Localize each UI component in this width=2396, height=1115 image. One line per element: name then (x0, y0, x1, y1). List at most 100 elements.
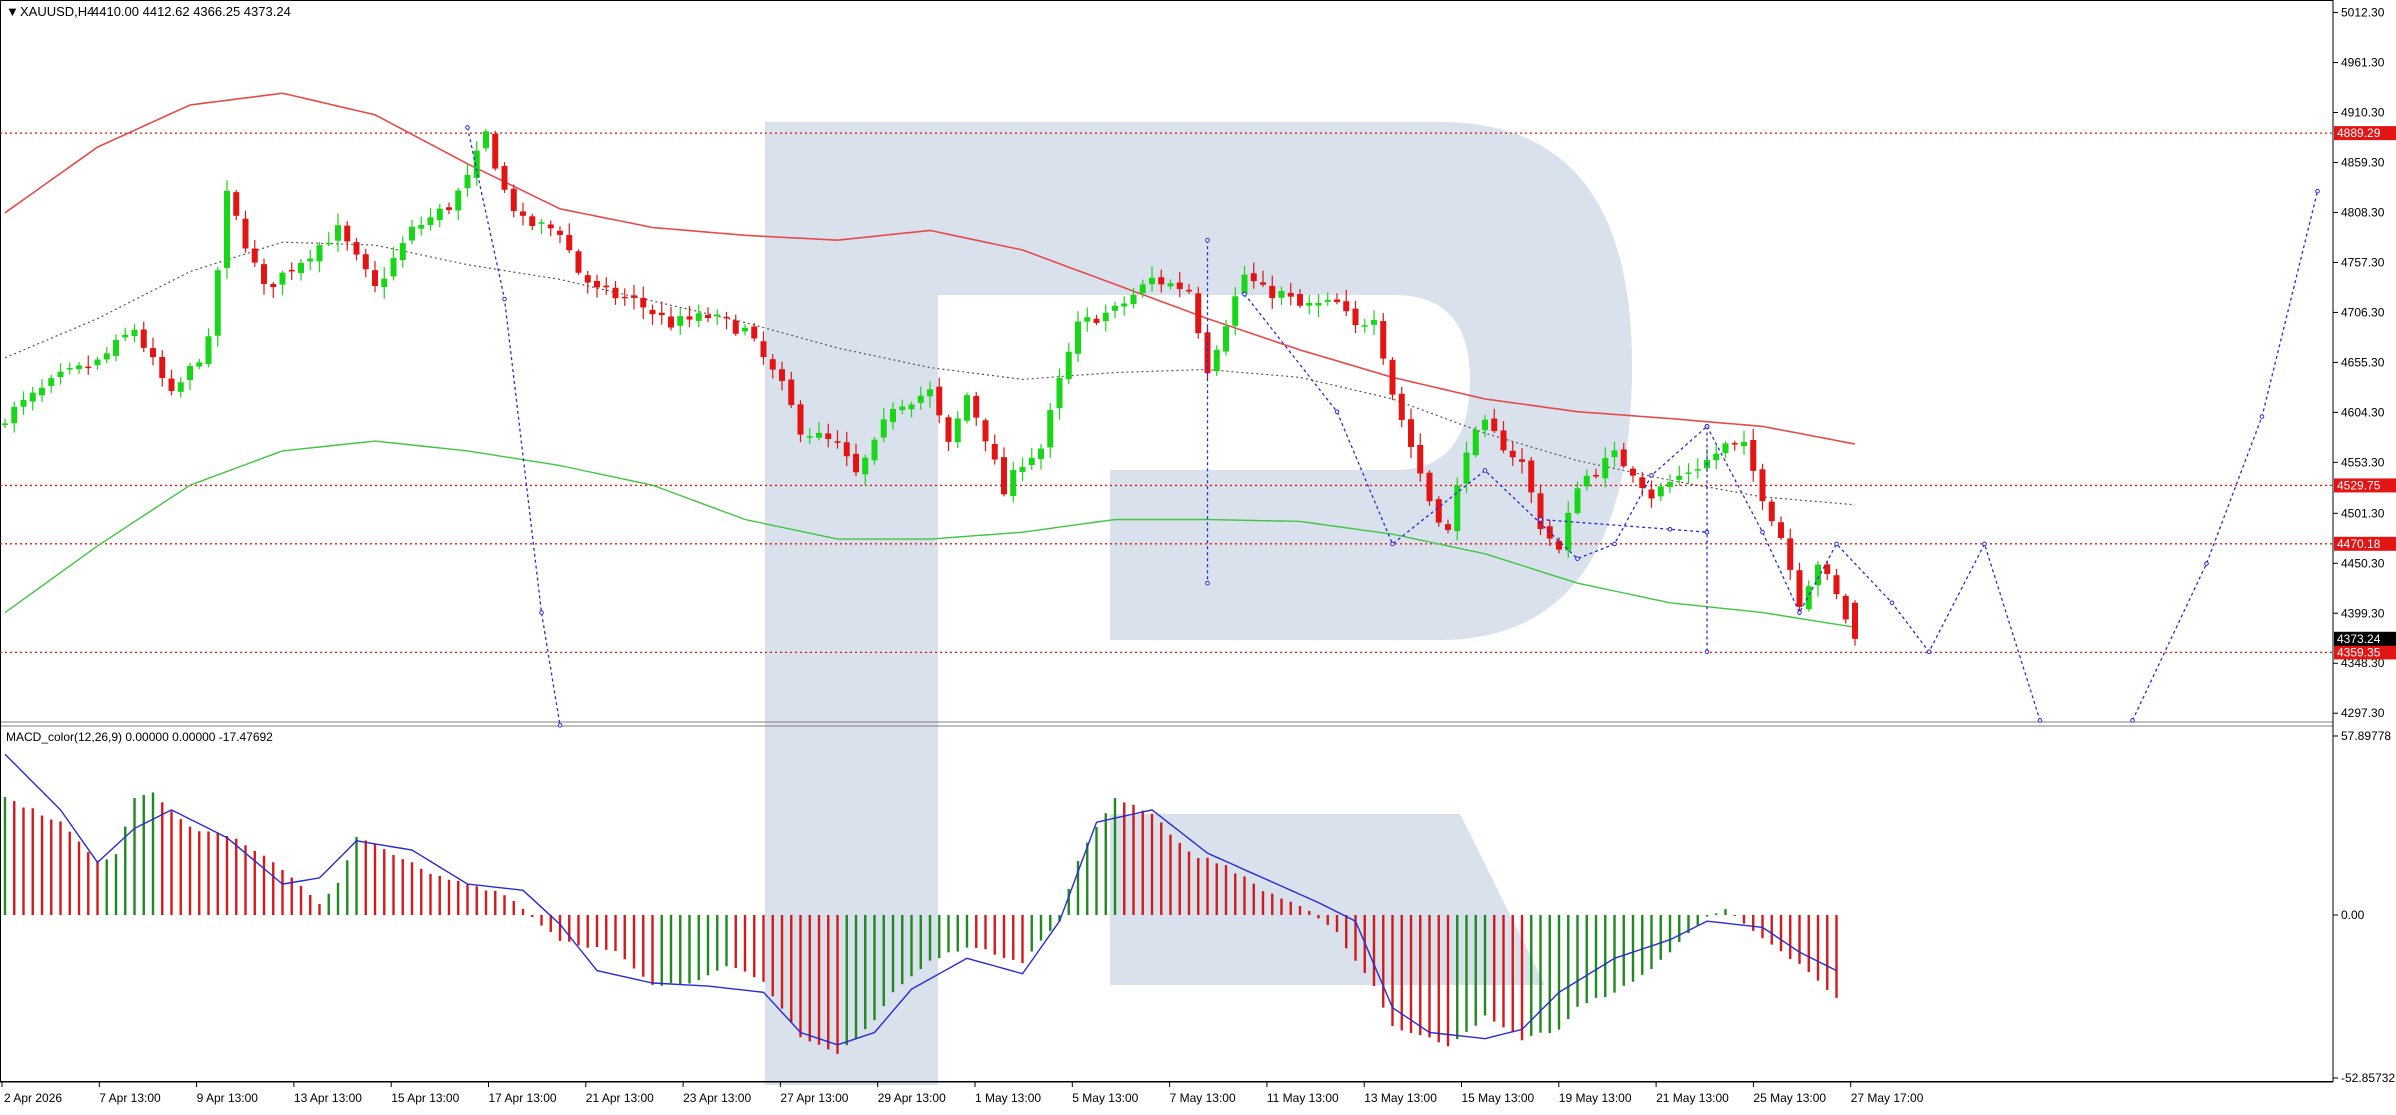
macd-histogram-bar (1585, 915, 1588, 1004)
current-price-tag-label: 4373.24 (2337, 632, 2381, 646)
macd-histogram-bar (1428, 915, 1431, 1038)
candle-bull (1102, 312, 1109, 322)
macd-histogram-bar (401, 859, 404, 915)
macd-histogram-bar (1613, 915, 1616, 993)
macd-histogram-bar (623, 915, 626, 960)
candle-bear (501, 165, 508, 190)
candle-bear (85, 366, 92, 369)
macd-histogram-bar (1160, 822, 1163, 915)
candle-bull (1149, 277, 1155, 285)
time-tick-label: 23 Apr 13:00 (683, 1091, 751, 1105)
macd-histogram-bar (1465, 915, 1468, 1032)
candle-bull (1574, 488, 1581, 514)
macd-histogram-bar (1733, 914, 1736, 916)
macd-histogram-bar (910, 915, 913, 977)
chart-window[interactable]: 5012.30 4961.30 4910.30 4859.30 4808.30 4757.… (0, 0, 2396, 1110)
candle-bull (76, 365, 82, 370)
macd-histogram-bar (1012, 915, 1015, 960)
time-tick-label: 27 Apr 13:00 (780, 1091, 848, 1105)
macd-histogram-bar (734, 915, 737, 969)
candle-bear (686, 316, 693, 320)
candle-bull (927, 389, 933, 397)
candle-bull (964, 395, 970, 421)
forecast-node (1575, 556, 1580, 561)
macd-label: MACD_color(12,26,9) 0.00000 0.00000 -17.… (6, 730, 273, 744)
candle-bear (446, 207, 452, 210)
price-tick-label: 4706.30 (2341, 305, 2385, 319)
candle-bull (57, 371, 64, 378)
macd-histogram-bar (438, 875, 441, 915)
candle-bear (853, 453, 859, 473)
macd-histogram-bar (1715, 913, 1718, 915)
candle-bear (945, 417, 952, 442)
candle-bull (177, 382, 184, 392)
macd-histogram-bar (1419, 915, 1422, 1036)
candle-bull (1306, 302, 1313, 306)
candle-bear (557, 230, 563, 235)
forecast-node (2130, 718, 2135, 723)
price-tick-label: 5012.30 (2341, 6, 2385, 20)
candle-bull (1463, 452, 1470, 484)
candle-bull (1065, 351, 1072, 380)
candle-bull (381, 278, 388, 288)
macd-histogram-bar (1779, 915, 1783, 952)
candle-bear (1389, 359, 1396, 395)
macd-histogram-bar (124, 826, 127, 915)
time-tick-label: 7 Apr 13:00 (99, 1091, 161, 1105)
macd-histogram-bar (771, 915, 774, 997)
macd-histogram-bar (975, 915, 978, 948)
macd-histogram-bar (1095, 827, 1098, 915)
macd-histogram-bar (327, 893, 330, 915)
collapse-triangle-icon[interactable]: ▼ (6, 4, 19, 19)
ohlc-readout: 4410.00 4412.62 4366.25 4373.24 (92, 4, 291, 19)
macd-histogram-bar (1659, 915, 1662, 960)
candle-bear (566, 235, 573, 251)
forecast-node (1538, 517, 1543, 522)
macd-axis: 57.89778 0.00 -52.85732 (2333, 729, 2395, 1085)
macd-histogram-bar (1382, 915, 1385, 1008)
candle-bear (1269, 285, 1276, 299)
candle-bear (760, 341, 767, 358)
time-axis: 2 Apr 2026 7 Apr 13:00 9 Apr 13:00 13 Apr 1… (1, 1082, 1924, 1105)
macd-histogram-bar (1345, 915, 1348, 949)
macd-histogram-bar (965, 915, 969, 948)
candle-bear (1334, 299, 1340, 303)
candle-bull (1121, 303, 1128, 307)
macd-histogram-bar (845, 915, 848, 1046)
candle-bear (991, 444, 998, 460)
candle-bull (695, 313, 702, 321)
candle-bear (1639, 477, 1646, 488)
macd-histogram-bar (429, 873, 432, 915)
forecast-node (539, 610, 544, 615)
candle-bull (187, 366, 193, 381)
macd-histogram-bar (392, 855, 395, 915)
macd-histogram-bar (1132, 804, 1135, 915)
candle-bull (1047, 410, 1054, 448)
macd-histogram-bar (1678, 915, 1681, 942)
macd-histogram-bar (669, 915, 673, 984)
macd-histogram-bar (531, 915, 534, 917)
forecast-node (2204, 561, 2209, 566)
macd-histogram-bar (679, 915, 682, 985)
candle-bear (1593, 474, 1599, 477)
forecast-node (1205, 237, 1210, 243)
candle-bull (1139, 284, 1146, 294)
price-tick-label: 4655.30 (2341, 355, 2385, 369)
candle-bull (131, 329, 138, 336)
candle-bear (1750, 439, 1757, 471)
time-tick-label: 1 May 13:00 (975, 1091, 1041, 1105)
price-chart-svg[interactable]: 5012.30 4961.30 4910.30 4859.30 4808.30 4757.… (0, 0, 2396, 1110)
candle-bear (603, 285, 610, 288)
macd-histogram-bar (1298, 906, 1302, 915)
macd-histogram-bar (1594, 915, 1598, 998)
candle-bear (825, 433, 832, 439)
forecast-node (1205, 580, 1210, 586)
candle-bear (1759, 469, 1766, 502)
candle-bull (677, 316, 684, 326)
candle-bear (797, 404, 804, 435)
macd-histogram-bar (1169, 834, 1172, 915)
time-tick-label: 9 Apr 13:00 (197, 1091, 259, 1105)
candle-bear (1842, 595, 1849, 620)
macd-histogram-bar (753, 915, 756, 978)
candle-bull (1232, 296, 1239, 326)
